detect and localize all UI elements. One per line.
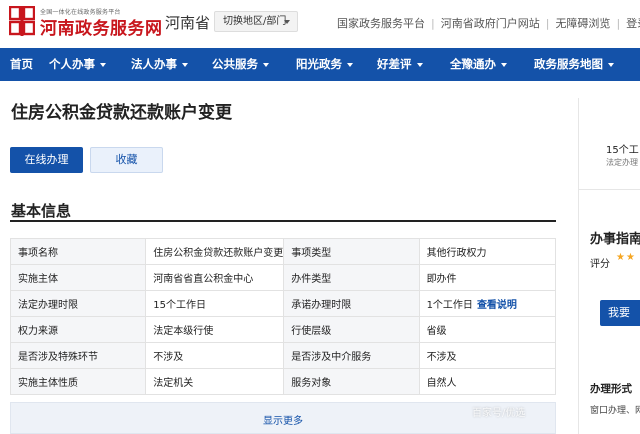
- committed-time-value: 1个工作日: [426, 300, 473, 311]
- time-limit-card: 15个工 法定办理: [579, 98, 640, 190]
- handling-form-value: 窗口办理、网: [590, 406, 640, 416]
- site-header: 全国一体化在线政务服务平台 河南政务服务网 河南省 切换地区/部门 国家政务服务…: [0, 0, 640, 48]
- nav-corporate-label: 法人办事: [131, 57, 177, 71]
- table-key: 行使层级: [283, 316, 420, 343]
- logo-text[interactable]: 河南政务服务网: [40, 14, 163, 39]
- star-rating-icon: ★★: [616, 252, 636, 263]
- table-key: 是否涉及中介服务: [283, 342, 420, 369]
- nav-review-label: 好差评: [377, 57, 412, 71]
- chevron-down-icon: [608, 62, 614, 67]
- handling-form-title: 办理形式: [590, 383, 632, 395]
- nav-personal-label: 个人办事: [49, 57, 95, 71]
- table-key: 事项名称: [9, 238, 147, 265]
- score-label: 评分: [590, 259, 610, 270]
- guide-title: 办事指南: [590, 232, 640, 247]
- table-value: 1个工作日 查看说明: [418, 290, 557, 317]
- table-key: 承诺办理时限: [283, 290, 420, 317]
- table-row: 事项名称 住房公积金贷款还款账户变更 事项类型 其他行政权力: [9, 238, 557, 265]
- table-row: 实施主体 河南省省直公积金中心 办件类型 即办件: [9, 264, 557, 291]
- nav-home[interactable]: 首页: [10, 48, 33, 81]
- page-title: 住房公积金贷款还款账户变更: [11, 103, 232, 123]
- chevron-down-icon: [263, 62, 269, 67]
- nav-home-label: 首页: [10, 57, 33, 71]
- table-value: 河南省省直公积金中心: [145, 264, 285, 291]
- nav-personal[interactable]: 个人办事: [49, 48, 106, 81]
- chevron-down-icon: [100, 62, 106, 67]
- table-value: 法定本级行使: [145, 316, 285, 343]
- table-value: 不涉及: [418, 342, 557, 369]
- table-key: 是否涉及特殊环节: [9, 342, 147, 369]
- table-key: 权力来源: [9, 316, 147, 343]
- watermark: 百家号/优选: [472, 408, 526, 419]
- table-key: 实施主体性质: [9, 368, 147, 395]
- time-limit-value: 15个工: [606, 145, 639, 156]
- chevron-down-icon: [501, 62, 507, 67]
- table-value: 即办件: [418, 264, 557, 291]
- favorite-button[interactable]: 收藏: [90, 147, 163, 173]
- switch-region-label: 切换地区/部门: [223, 16, 287, 27]
- table-row: 法定办理时限 15个工作日 承诺办理时限 1个工作日 查看说明: [9, 290, 557, 317]
- basic-info-table: 事项名称 住房公积金贷款还款账户变更 事项类型 其他行政权力 实施主体 河南省省…: [9, 238, 557, 395]
- table-value: 住房公积金贷款还款账户变更: [145, 238, 285, 265]
- nav-all-henan-label: 全豫通办: [450, 57, 496, 71]
- table-row: 是否涉及特殊环节 不涉及 是否涉及中介服务 不涉及: [9, 342, 557, 369]
- nav-service-map[interactable]: 政务服务地图: [534, 48, 614, 81]
- nav-open-gov-label: 阳光政务: [296, 57, 342, 71]
- nav-all-henan[interactable]: 全豫通办: [450, 48, 507, 81]
- table-value: 自然人: [418, 368, 557, 395]
- chevron-down-icon: [347, 62, 353, 67]
- nav-service-map-label: 政务服务地图: [534, 57, 603, 71]
- table-value: 15个工作日: [145, 290, 285, 317]
- nav-review[interactable]: 好差评: [377, 48, 423, 81]
- nav-public-service-label: 公共服务: [212, 57, 258, 71]
- apply-button[interactable]: 我要: [600, 300, 640, 326]
- nav-open-gov[interactable]: 阳光政务: [296, 48, 353, 81]
- table-value: 其他行政权力: [418, 238, 557, 265]
- logo-icon[interactable]: [9, 6, 35, 36]
- table-value: 法定机关: [145, 368, 285, 395]
- link-provincial-portal[interactable]: 河南省政府门户网站: [441, 17, 540, 30]
- nav-public-service[interactable]: 公共服务: [212, 48, 269, 81]
- table-row: 权力来源 法定本级行使 行使层级 省级: [9, 316, 557, 343]
- nav-corporate[interactable]: 法人办事: [131, 48, 188, 81]
- table-row: 实施主体性质 法定机关 服务对象 自然人: [9, 368, 557, 395]
- main-nav: 首页 个人办事 法人办事 公共服务 阳光政务 好差评 全豫通办 政务服务地图: [0, 48, 640, 81]
- table-value: 省级: [418, 316, 557, 343]
- table-value: 不涉及: [145, 342, 285, 369]
- link-login[interactable]: 登录: [626, 17, 640, 30]
- chevron-down-icon: [416, 62, 423, 67]
- chevron-down-icon: [284, 20, 290, 24]
- chevron-down-icon: [182, 62, 188, 67]
- link-accessibility[interactable]: 无障碍浏览: [555, 17, 610, 30]
- link-national-platform[interactable]: 国家政务服务平台: [337, 17, 425, 30]
- online-apply-button[interactable]: 在线办理: [10, 147, 83, 173]
- top-links: 国家政务服务平台|河南省政府门户网站|无障碍浏览|登录: [337, 15, 640, 31]
- switch-region-button[interactable]: 切换地区/部门: [214, 11, 298, 32]
- section-title-basic-info: 基本信息: [11, 202, 72, 220]
- table-key: 办件类型: [283, 264, 420, 291]
- province-label: 河南省: [165, 14, 211, 32]
- right-panel: 15个工 法定办理 办事指南 评分 ★★ 我要 办理形式 窗口办理、网: [578, 98, 640, 434]
- table-key: 实施主体: [9, 264, 147, 291]
- section-divider: [10, 220, 556, 222]
- table-key: 法定办理时限: [9, 290, 147, 317]
- time-limit-label: 法定办理: [606, 158, 638, 167]
- table-key: 服务对象: [283, 368, 420, 395]
- table-key: 事项类型: [283, 238, 420, 265]
- view-note-link[interactable]: 查看说明: [477, 300, 517, 311]
